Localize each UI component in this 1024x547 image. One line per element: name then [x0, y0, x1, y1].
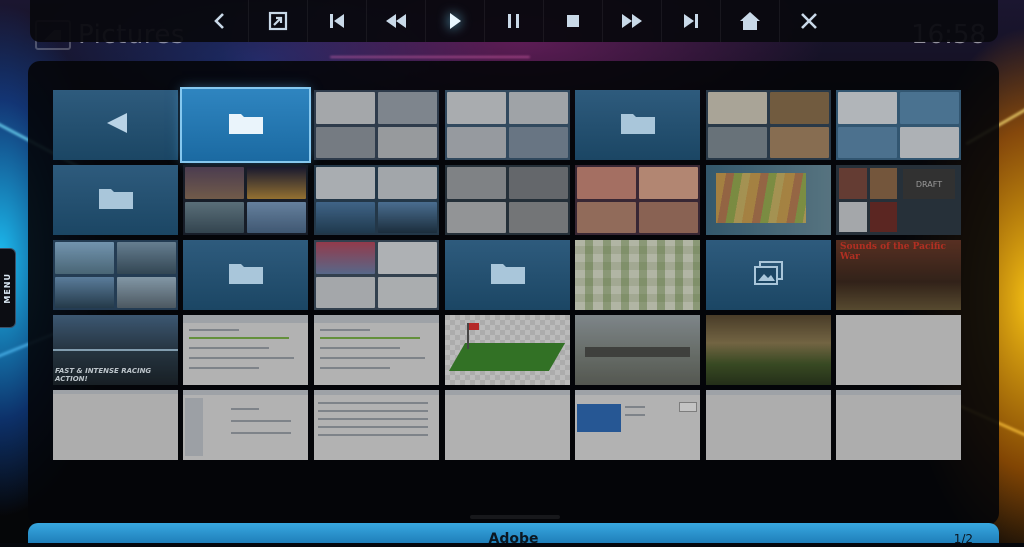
- image-folder-tile[interactable]: [706, 240, 831, 310]
- close-icon: [800, 12, 818, 30]
- image-tile[interactable]: [314, 90, 439, 160]
- folder-icon: [490, 261, 526, 289]
- side-menu-tab[interactable]: MENU: [0, 248, 16, 328]
- folder-tile[interactable]: [575, 90, 700, 160]
- image-tile[interactable]: [706, 165, 831, 235]
- folder-tile-selected[interactable]: [180, 87, 311, 163]
- skip-previous-button[interactable]: [307, 0, 366, 42]
- folder-tile[interactable]: [183, 240, 308, 310]
- image-tile[interactable]: [445, 390, 570, 460]
- folder-tile[interactable]: [53, 165, 178, 235]
- home-icon: [739, 11, 761, 31]
- image-tile[interactable]: [445, 90, 570, 160]
- image-tile[interactable]: [575, 240, 700, 310]
- image-tile[interactable]: [314, 315, 439, 385]
- stop-button[interactable]: [543, 0, 602, 42]
- play-icon: [447, 11, 463, 31]
- image-tile[interactable]: [314, 165, 439, 235]
- image-tile[interactable]: [836, 90, 961, 160]
- image-tile[interactable]: DRAFT: [836, 165, 961, 235]
- chevron-left-icon: [212, 12, 226, 30]
- image-tile[interactable]: [183, 315, 308, 385]
- skip-previous-icon: [328, 12, 346, 30]
- fullscreen-icon: [268, 11, 288, 31]
- image-tile[interactable]: [314, 240, 439, 310]
- stop-icon: [566, 14, 580, 28]
- scroll-indicator: [470, 515, 560, 519]
- image-tile[interactable]: [314, 390, 439, 460]
- fast-forward-icon: [620, 12, 644, 30]
- thumbnail-grid: DRAFT Sounds of the Pacific War FAST & I…: [53, 87, 961, 460]
- fullscreen-button[interactable]: [248, 0, 307, 42]
- home-button[interactable]: [720, 0, 779, 42]
- image-tile[interactable]: [836, 390, 961, 460]
- rewind-button[interactable]: [366, 0, 425, 42]
- rewind-icon: [384, 12, 408, 30]
- image-tile[interactable]: [183, 165, 308, 235]
- image-tile[interactable]: [706, 315, 831, 385]
- image-tile[interactable]: [53, 390, 178, 460]
- skip-next-button[interactable]: [661, 0, 720, 42]
- image-tile[interactable]: [53, 240, 178, 310]
- back-button[interactable]: [190, 0, 248, 42]
- folder-icon: [620, 111, 656, 139]
- media-control-bar: [30, 0, 998, 42]
- image-tile[interactable]: [575, 315, 700, 385]
- image-gallery-icon: [753, 261, 784, 289]
- image-tile[interactable]: [836, 315, 961, 385]
- folder-tile[interactable]: [445, 240, 570, 310]
- pause-icon: [506, 12, 522, 30]
- image-tile[interactable]: [706, 390, 831, 460]
- selected-item-bar: Adobe 1/2: [28, 523, 999, 547]
- close-button[interactable]: [779, 0, 838, 42]
- selected-item-label: Adobe: [488, 531, 539, 547]
- image-tile[interactable]: [445, 165, 570, 235]
- poster-tile[interactable]: Sounds of the Pacific War: [836, 240, 961, 310]
- image-tile[interactable]: [575, 390, 700, 460]
- fast-forward-button[interactable]: [602, 0, 661, 42]
- play-button[interactable]: [425, 0, 484, 42]
- image-tile[interactable]: [445, 315, 570, 385]
- folder-icon: [228, 261, 264, 289]
- image-tile[interactable]: [183, 390, 308, 460]
- folder-icon: [98, 186, 134, 214]
- image-tile[interactable]: [706, 90, 831, 160]
- folder-icon: [228, 111, 264, 139]
- arrow-left-icon: [103, 111, 129, 139]
- image-tile[interactable]: [575, 165, 700, 235]
- game-tile[interactable]: FAST & INTENSE RACING ACTION!: [53, 315, 178, 385]
- page-indicator: 1/2: [953, 532, 973, 546]
- menu-tab-label: MENU: [3, 272, 12, 304]
- pause-button[interactable]: [484, 0, 543, 42]
- skip-next-icon: [682, 12, 700, 30]
- parent-folder-tile[interactable]: [53, 90, 178, 160]
